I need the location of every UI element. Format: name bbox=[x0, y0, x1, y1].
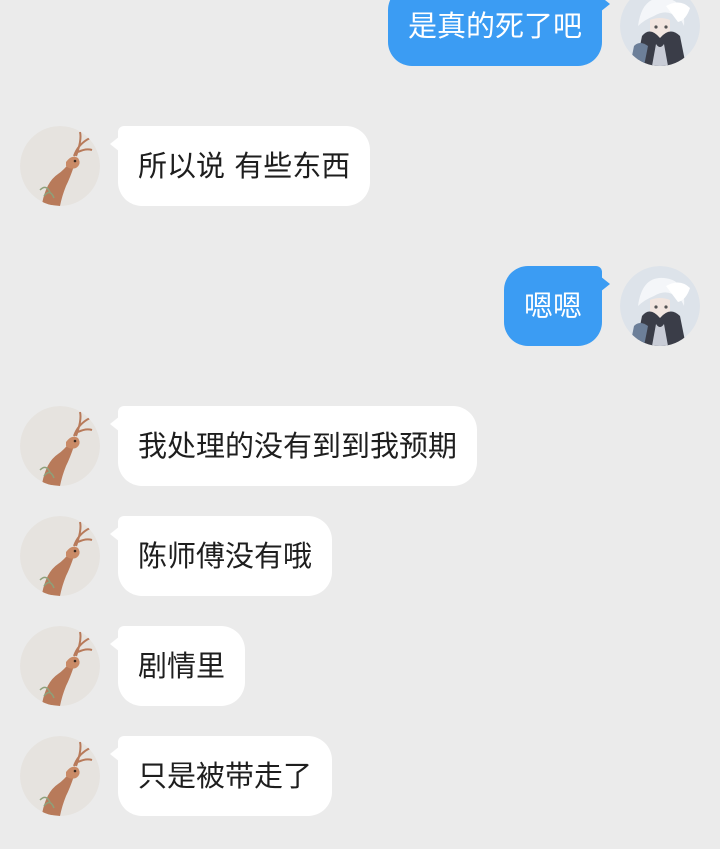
contact-avatar[interactable] bbox=[20, 626, 100, 706]
message-bubble-outgoing[interactable]: 嗯嗯 bbox=[503, 266, 602, 346]
message-bubble-incoming[interactable]: 剧情里 bbox=[118, 626, 246, 706]
message-bubble-incoming[interactable]: 陈师傅没有哦 bbox=[118, 516, 333, 596]
contact-avatar[interactable] bbox=[20, 126, 100, 206]
deer-avatar-icon bbox=[20, 126, 100, 206]
message-row: 陈师傅没有哦 bbox=[0, 516, 720, 596]
contact-avatar[interactable] bbox=[20, 736, 100, 816]
chat-window[interactable]: 是真的死了吧 所以说 有些东西 嗯嗯 我处理的没有到到我预期 陈师傅没有哦 剧情… bbox=[0, 0, 720, 849]
message-row: 嗯嗯 bbox=[0, 266, 720, 346]
message-row: 是真的死了吧 bbox=[0, 0, 720, 66]
message-bubble-incoming[interactable]: 所以说 有些东西 bbox=[118, 126, 371, 206]
deer-avatar-icon bbox=[20, 736, 100, 816]
anime-character-avatar-icon bbox=[620, 266, 700, 346]
contact-avatar[interactable] bbox=[20, 516, 100, 596]
deer-avatar-icon bbox=[20, 626, 100, 706]
message-bubble-incoming[interactable]: 我处理的没有到到我预期 bbox=[118, 406, 478, 486]
user-avatar[interactable] bbox=[620, 266, 700, 346]
message-row: 剧情里 bbox=[0, 626, 720, 706]
deer-avatar-icon bbox=[20, 516, 100, 596]
user-avatar[interactable] bbox=[620, 0, 700, 66]
message-row: 我处理的没有到到我预期 bbox=[0, 406, 720, 486]
message-bubble-incoming[interactable]: 只是被带走了 bbox=[118, 736, 333, 816]
message-row: 只是被带走了 bbox=[0, 736, 720, 816]
contact-avatar[interactable] bbox=[20, 406, 100, 486]
message-bubble-outgoing[interactable]: 是真的死了吧 bbox=[387, 0, 602, 66]
anime-character-avatar-icon bbox=[620, 0, 700, 66]
deer-avatar-icon bbox=[20, 406, 100, 486]
message-row: 所以说 有些东西 bbox=[0, 126, 720, 206]
